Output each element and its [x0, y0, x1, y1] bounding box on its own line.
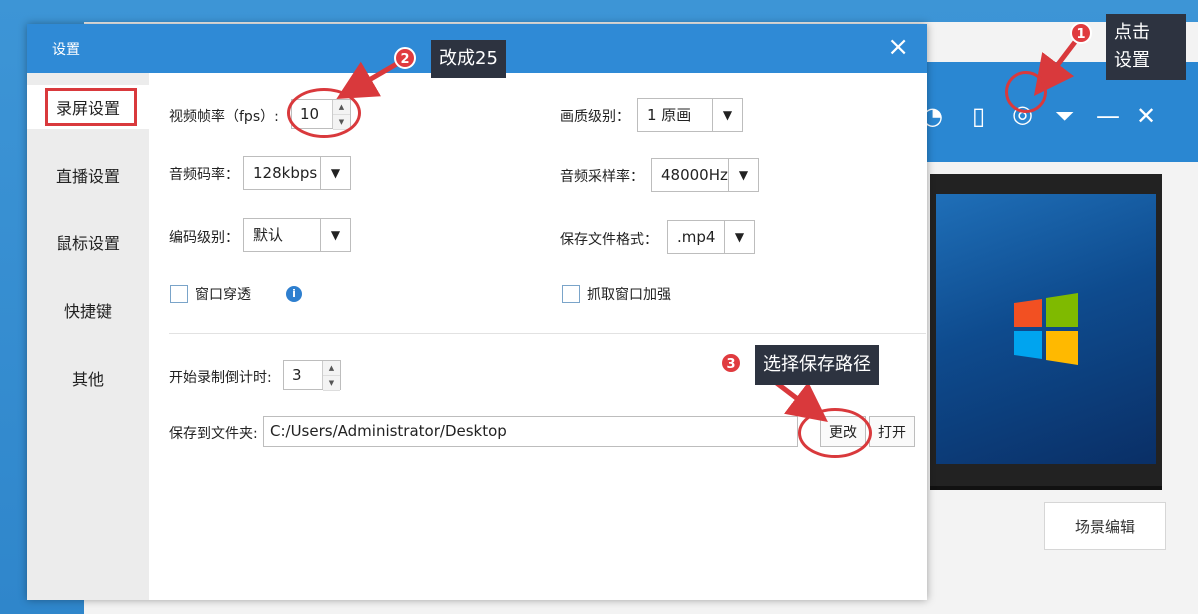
step-badge-1: 1 [1070, 22, 1092, 44]
arrow-1 [1033, 40, 1077, 96]
fps-highlight [287, 88, 361, 138]
step-badge-3: 3 [720, 352, 742, 374]
settings-icon-highlight [1005, 71, 1047, 113]
step-badge-2: 2 [394, 47, 416, 69]
arrow-2 [336, 59, 402, 100]
change-button-highlight [798, 408, 872, 458]
callout-step-2: 改成25 [431, 40, 506, 78]
callout-step-3: 选择保存路径 [755, 345, 879, 385]
callout-step-1: 点击 设置 [1106, 14, 1186, 80]
